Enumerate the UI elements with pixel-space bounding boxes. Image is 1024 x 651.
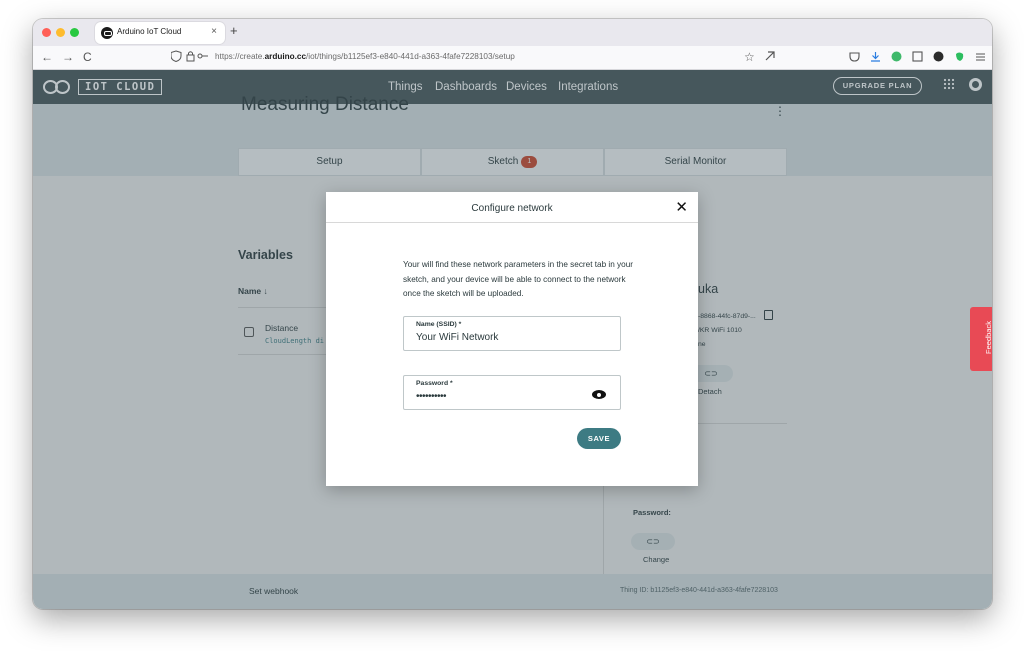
browser-tab[interactable]: Arduino IoT Cloud × — [95, 22, 225, 44]
back-icon[interactable]: ← — [41, 50, 53, 64]
arduino-favicon-icon — [101, 27, 113, 39]
ssid-input[interactable]: Your WiFi Network — [416, 332, 498, 343]
evernote-icon[interactable] — [953, 51, 965, 65]
tab-title: Arduino IoT Cloud — [117, 27, 182, 36]
toolbar-icons — [848, 51, 986, 65]
browser-window: Arduino IoT Cloud × + ← → C https://crea… — [33, 19, 992, 609]
password-field[interactable]: Password * •••••••••• — [403, 375, 621, 410]
minimize-window-button[interactable] — [56, 28, 65, 37]
download-icon[interactable] — [869, 51, 881, 65]
ssid-field[interactable]: Name (SSID) * Your WiFi Network — [403, 316, 621, 351]
password-label: Password * — [416, 380, 453, 387]
show-password-eye-icon[interactable] — [592, 390, 606, 399]
tab-close-icon[interactable]: × — [211, 26, 217, 37]
dialog-description: Your will find these network parameters … — [403, 260, 633, 298]
close-icon[interactable]: ✕ — [675, 198, 688, 216]
save-button[interactable]: SAVE — [577, 428, 621, 449]
bookmark-star-icon[interactable]: ☆ — [744, 50, 755, 64]
dialog-title: Configure network — [471, 203, 553, 214]
pocket-icon[interactable] — [848, 51, 860, 65]
feedback-tab[interactable]: Feedback — [970, 307, 992, 371]
close-window-button[interactable] — [42, 28, 51, 37]
reload-icon[interactable]: C — [83, 50, 92, 64]
divider — [326, 222, 698, 223]
url-bar: ← → C https://create.arduino.cc/iot/thin… — [33, 46, 992, 70]
reader-icon[interactable] — [911, 51, 923, 65]
password-input[interactable]: •••••••••• — [416, 391, 447, 402]
zoom-window-button[interactable] — [70, 28, 79, 37]
extension-dark-icon[interactable] — [932, 51, 944, 65]
shield-lock-icons — [170, 50, 211, 65]
url-field[interactable]: https://create.arduino.cc/iot/things/b11… — [215, 52, 515, 61]
ssid-label: Name (SSID) * — [416, 321, 462, 328]
extension-green-icon[interactable] — [890, 51, 902, 65]
forward-icon[interactable]: → — [62, 50, 74, 64]
menu-icon[interactable] — [974, 51, 986, 65]
extension-icon[interactable] — [764, 50, 776, 65]
configure-network-dialog: Configure network ✕ Your will find these… — [326, 192, 698, 486]
new-tab-button[interactable]: + — [230, 23, 238, 38]
tab-bar: Arduino IoT Cloud × + — [33, 19, 992, 46]
